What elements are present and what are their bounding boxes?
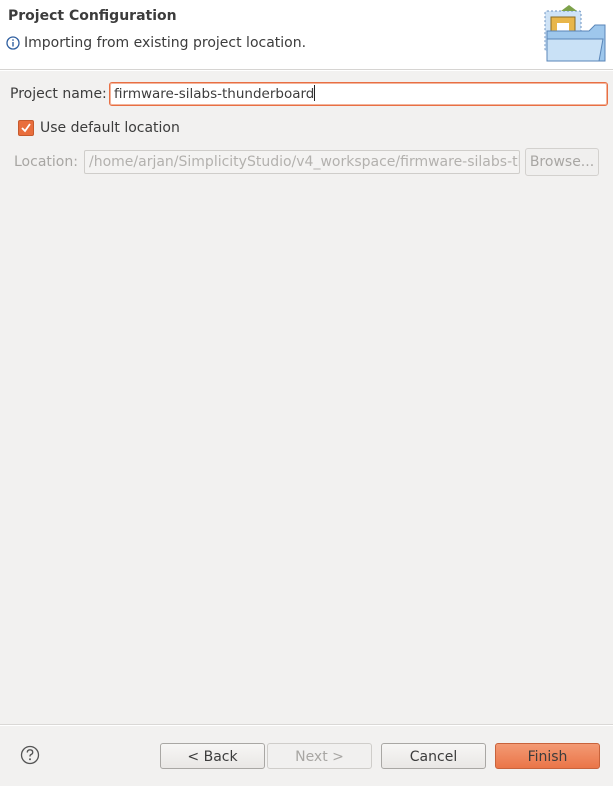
header-divider — [0, 70, 613, 71]
project-name-input[interactable]: firmware-silabs-thunderboard — [109, 82, 608, 106]
location-input[interactable]: /home/arjan/SimplicityStudio/v4_workspac… — [84, 150, 520, 174]
info-icon — [6, 36, 20, 50]
project-name-row: Project name: firmware-silabs-thunderboa… — [10, 82, 608, 108]
next-button[interactable]: Next > — [267, 743, 372, 769]
page-title: Project Configuration — [8, 8, 177, 24]
use-default-location-label: Use default location — [40, 120, 180, 136]
folder-chip-wizard-icon — [541, 5, 609, 65]
help-icon[interactable] — [20, 745, 40, 765]
text-caret — [314, 85, 316, 101]
location-label: Location: — [14, 154, 78, 170]
header-message: Importing from existing project location… — [6, 35, 306, 51]
project-name-label: Project name: — [10, 86, 107, 102]
browse-button[interactable]: Browse... — [525, 148, 599, 176]
cancel-button[interactable]: Cancel — [381, 743, 486, 769]
use-default-location-row[interactable]: Use default location — [18, 120, 180, 136]
back-button[interactable]: < Back — [160, 743, 265, 769]
location-row: Location: /home/arjan/SimplicityStudio/v… — [14, 148, 599, 176]
project-name-value: firmware-silabs-thunderboard — [114, 86, 315, 102]
header-message-text: Importing from existing project location… — [24, 35, 307, 51]
footer-divider-highlight — [0, 725, 613, 726]
finish-button[interactable]: Finish — [495, 743, 600, 769]
wizard-header: Project Configuration Importing from exi… — [0, 0, 613, 70]
use-default-location-checkbox[interactable] — [18, 120, 34, 136]
